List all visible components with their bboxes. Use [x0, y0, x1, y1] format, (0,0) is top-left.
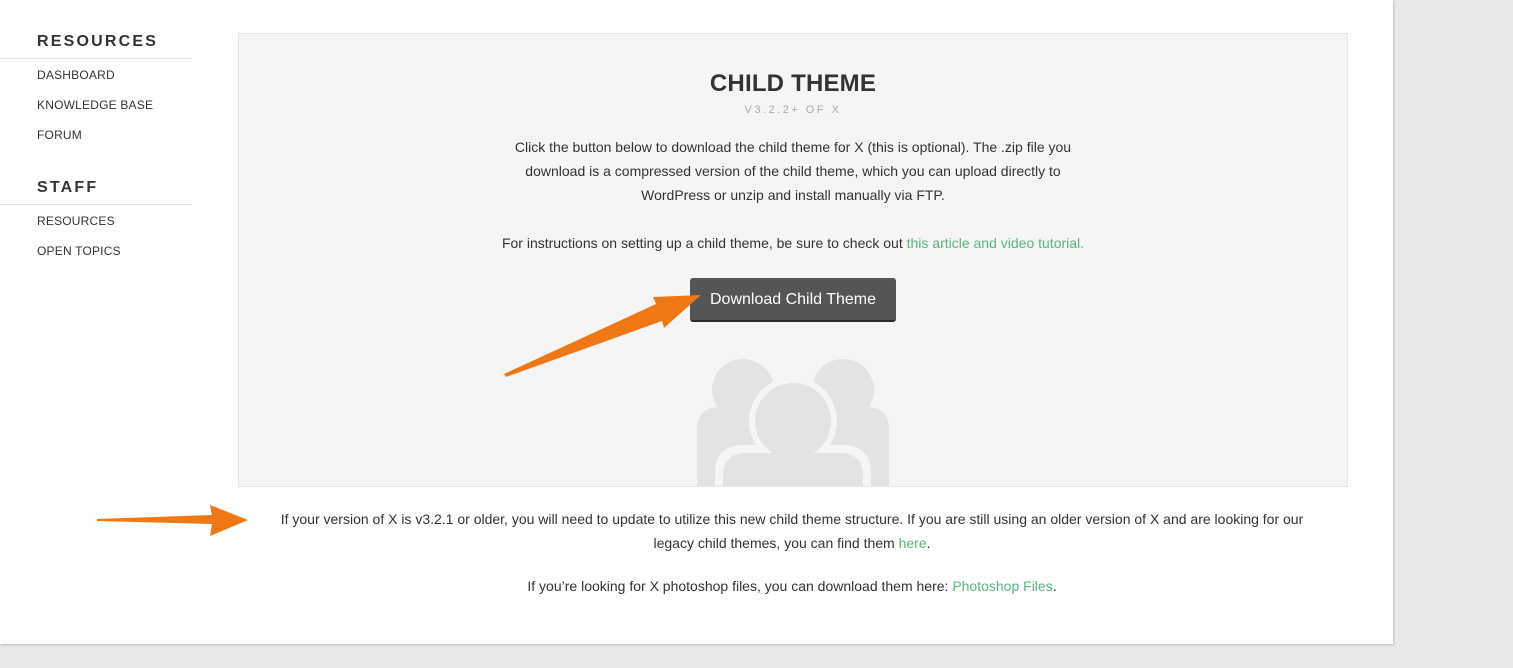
legacy-here-link[interactable]: here [899, 535, 927, 551]
sidebar-item-resources[interactable]: RESOURCES [37, 214, 115, 228]
tutorial-link[interactable]: this article and video tutorial. [907, 235, 1084, 251]
photoshop-period: . [1052, 578, 1057, 594]
panel-title: CHILD THEME [709, 70, 877, 97]
child-theme-panel: CHILD THEME V3.2.2+ OF X Click the butto… [238, 33, 1348, 487]
legacy-line: If your version of X is v3.2.1 or older,… [280, 511, 1304, 527]
sidebar-item-forum[interactable]: FORUM [37, 128, 82, 142]
sidebar-divider [0, 58, 192, 59]
photoshop-notice: If you’re looking for X photoshop files,… [238, 574, 1346, 598]
download-child-theme-button[interactable]: Download Child Theme [690, 278, 896, 322]
sidebar-item-dashboard[interactable]: DASHBOARD [37, 68, 115, 82]
sidebar-item-knowledge-base[interactable]: KNOWLEDGE BASE [37, 98, 153, 112]
description-line: Click the button below to download the c… [514, 139, 1072, 155]
panel-description: Click the button below to download the c… [493, 135, 1093, 207]
photoshop-files-link[interactable]: Photoshop Files [952, 578, 1052, 594]
legacy-text: legacy child themes, you can find them [653, 535, 899, 551]
sidebar-item-open-topics[interactable]: OPEN TOPICS [37, 244, 121, 258]
sidebar-heading-resources: RESOURCES [37, 33, 159, 50]
sidebar-heading-staff: STAFF [37, 179, 99, 196]
arrow-icon [504, 295, 701, 377]
description-line: download is a compressed version of the … [525, 163, 1061, 179]
description-line: WordPress or unzip and install manually … [641, 187, 945, 203]
legacy-line: legacy child themes, you can find them h… [238, 531, 1346, 555]
panel-subtitle: V3.2.2+ OF X [744, 104, 842, 116]
people-group-icon [697, 359, 889, 486]
instructions-prefix: For instructions on setting up a child t… [501, 235, 907, 251]
photoshop-text: If you’re looking for X photoshop files,… [527, 578, 953, 594]
sidebar-divider [0, 204, 192, 205]
legacy-period: . [926, 535, 931, 551]
instructions-text: For instructions on setting up a child t… [239, 231, 1347, 255]
legacy-notice: If your version of X is v3.2.1 or older,… [238, 507, 1346, 555]
arrow-icon [97, 505, 248, 536]
